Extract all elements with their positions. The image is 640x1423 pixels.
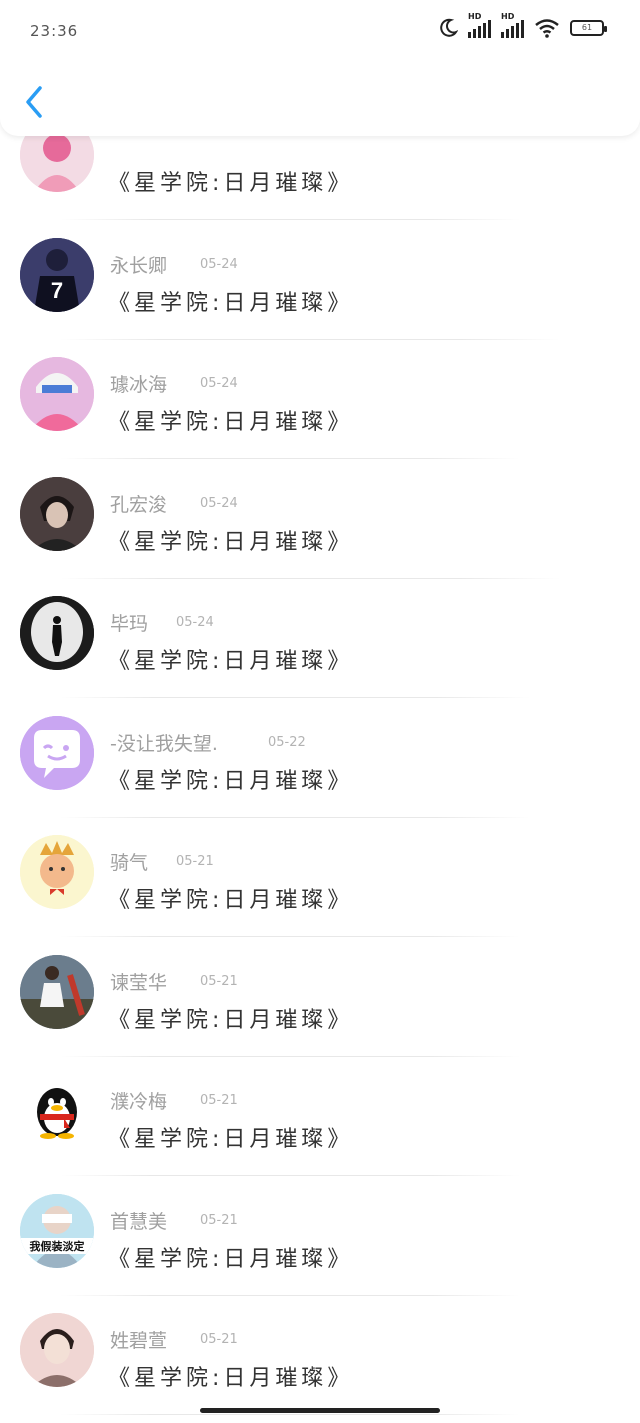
comment-text: 《星学院:日月璀璨》 <box>108 1007 354 1033</box>
comment-row[interactable]: 孔宏浚 05-24 《星学院:日月璀璨》 <box>0 460 640 579</box>
comment-date: 05-21 <box>200 1332 238 1347</box>
comment-row[interactable]: -没让我失望. 05-22 《星学院:日月璀璨》 <box>0 699 640 818</box>
home-indicator[interactable] <box>200 1408 440 1413</box>
user-name[interactable]: 首慧美 <box>110 1207 167 1234</box>
comment-text: 《星学院:日月璀璨》 <box>108 290 354 316</box>
comment-text: 《星学院:日月璀璨》 <box>108 888 354 913</box>
user-name[interactable]: 璩冰海 <box>110 370 167 397</box>
comment-text: 《星学院:日月璀璨》 <box>108 649 354 674</box>
masked-boy-avatar[interactable]: 我假装淡定 <box>20 1193 94 1268</box>
comment-row[interactable]: 骑气 05-21 《星学院:日月璀璨》 <box>0 818 640 937</box>
comment-text: 《星学院:日月璀璨》 <box>108 768 354 794</box>
moon-icon <box>440 18 458 37</box>
comment-row[interactable]: 7 永长卿 05-24 《星学院:日月璀璨》 <box>0 221 640 340</box>
user-name[interactable]: 孔宏浚 <box>110 490 167 517</box>
anime-boy-avatar[interactable] <box>20 476 94 551</box>
comment-date: 05-21 <box>200 1093 238 1108</box>
comment-date: 05-24 <box>200 495 238 511</box>
comment-text: 《星学院:日月璀璨》 <box>108 171 354 196</box>
comment-row[interactable]: 我假装淡定 首慧美 05-21 《星学院:日月璀璨》 <box>0 1177 640 1296</box>
comment-row[interactable]: 谏莹华 05-21 《星学院:日月璀璨》 <box>0 938 640 1057</box>
user-name[interactable]: 毕玛 <box>110 609 148 636</box>
comment-row[interactable]: 姓碧萱 05-21 《星学院:日月璀璨》 <box>0 1296 640 1415</box>
status-icons: HD HD 61 <box>438 12 607 38</box>
comment-date: 05-22 <box>268 734 306 750</box>
signal-icon: HD <box>501 12 524 38</box>
comment-row[interactable]: 璩冰海 05-24 《星学院:日月璀璨》 <box>0 340 640 459</box>
comment-row[interactable]: 毕玛 05-24 《星学院:日月璀璨》 <box>0 579 640 698</box>
top-bar: 23:36 HD HD 61 <box>0 0 640 136</box>
silhouette-avatar[interactable] <box>20 596 94 670</box>
comment-text: 《星学院:日月璀璨》 <box>108 529 354 555</box>
comment-text: 《星学院:日月璀璨》 <box>108 1127 354 1152</box>
comment-text: 《星学院:日月璀璨》 <box>108 1366 354 1391</box>
user-name[interactable]: -没让我失望. <box>110 729 218 756</box>
signal-icon: HD <box>468 12 491 38</box>
jersey-7-avatar[interactable]: 7 <box>20 237 94 312</box>
comment-row[interactable]: 濮冷梅 05-21 《星学院:日月璀璨》 <box>0 1057 640 1176</box>
comment-date: 05-24 <box>200 256 238 272</box>
user-name[interactable]: 濮冷梅 <box>110 1087 167 1114</box>
comment-date: 05-24 <box>176 615 214 630</box>
chat-bubble-avatar[interactable] <box>20 715 94 790</box>
battery-icon: 61 <box>570 20 607 36</box>
girl-photo-avatar[interactable] <box>20 954 94 1029</box>
crown-boy-avatar[interactable] <box>20 835 94 909</box>
wifi-icon <box>535 19 559 38</box>
svg-text:我假装淡定: 我假装淡定 <box>30 1239 85 1253</box>
comment-text: 《星学院:日月璀璨》 <box>108 410 354 435</box>
comment-date: 05-24 <box>200 376 238 391</box>
row-divider <box>60 1414 520 1415</box>
qq-penguin-avatar[interactable] <box>20 1074 94 1148</box>
pink-helmet-avatar[interactable] <box>20 357 94 431</box>
comment-date: 05-21 <box>176 854 214 869</box>
user-name[interactable]: 姓碧萱 <box>110 1326 167 1353</box>
status-bar: 23:36 HD HD 61 <box>0 0 640 64</box>
comment-date: 05-21 <box>200 973 238 989</box>
comment-text: 《星学院:日月璀璨》 <box>108 1246 354 1272</box>
user-name[interactable]: 永长卿 <box>110 251 167 278</box>
clock: 23:36 <box>30 22 79 40</box>
svg-text:7: 7 <box>51 278 63 303</box>
user-name[interactable]: 谏莹华 <box>110 968 167 995</box>
user-name[interactable]: 骑气 <box>110 848 148 875</box>
back-button[interactable] <box>20 84 54 120</box>
boy-portrait-avatar[interactable] <box>20 1313 94 1387</box>
chevron-left-icon <box>26 86 42 118</box>
comment-date: 05-21 <box>200 1212 238 1228</box>
